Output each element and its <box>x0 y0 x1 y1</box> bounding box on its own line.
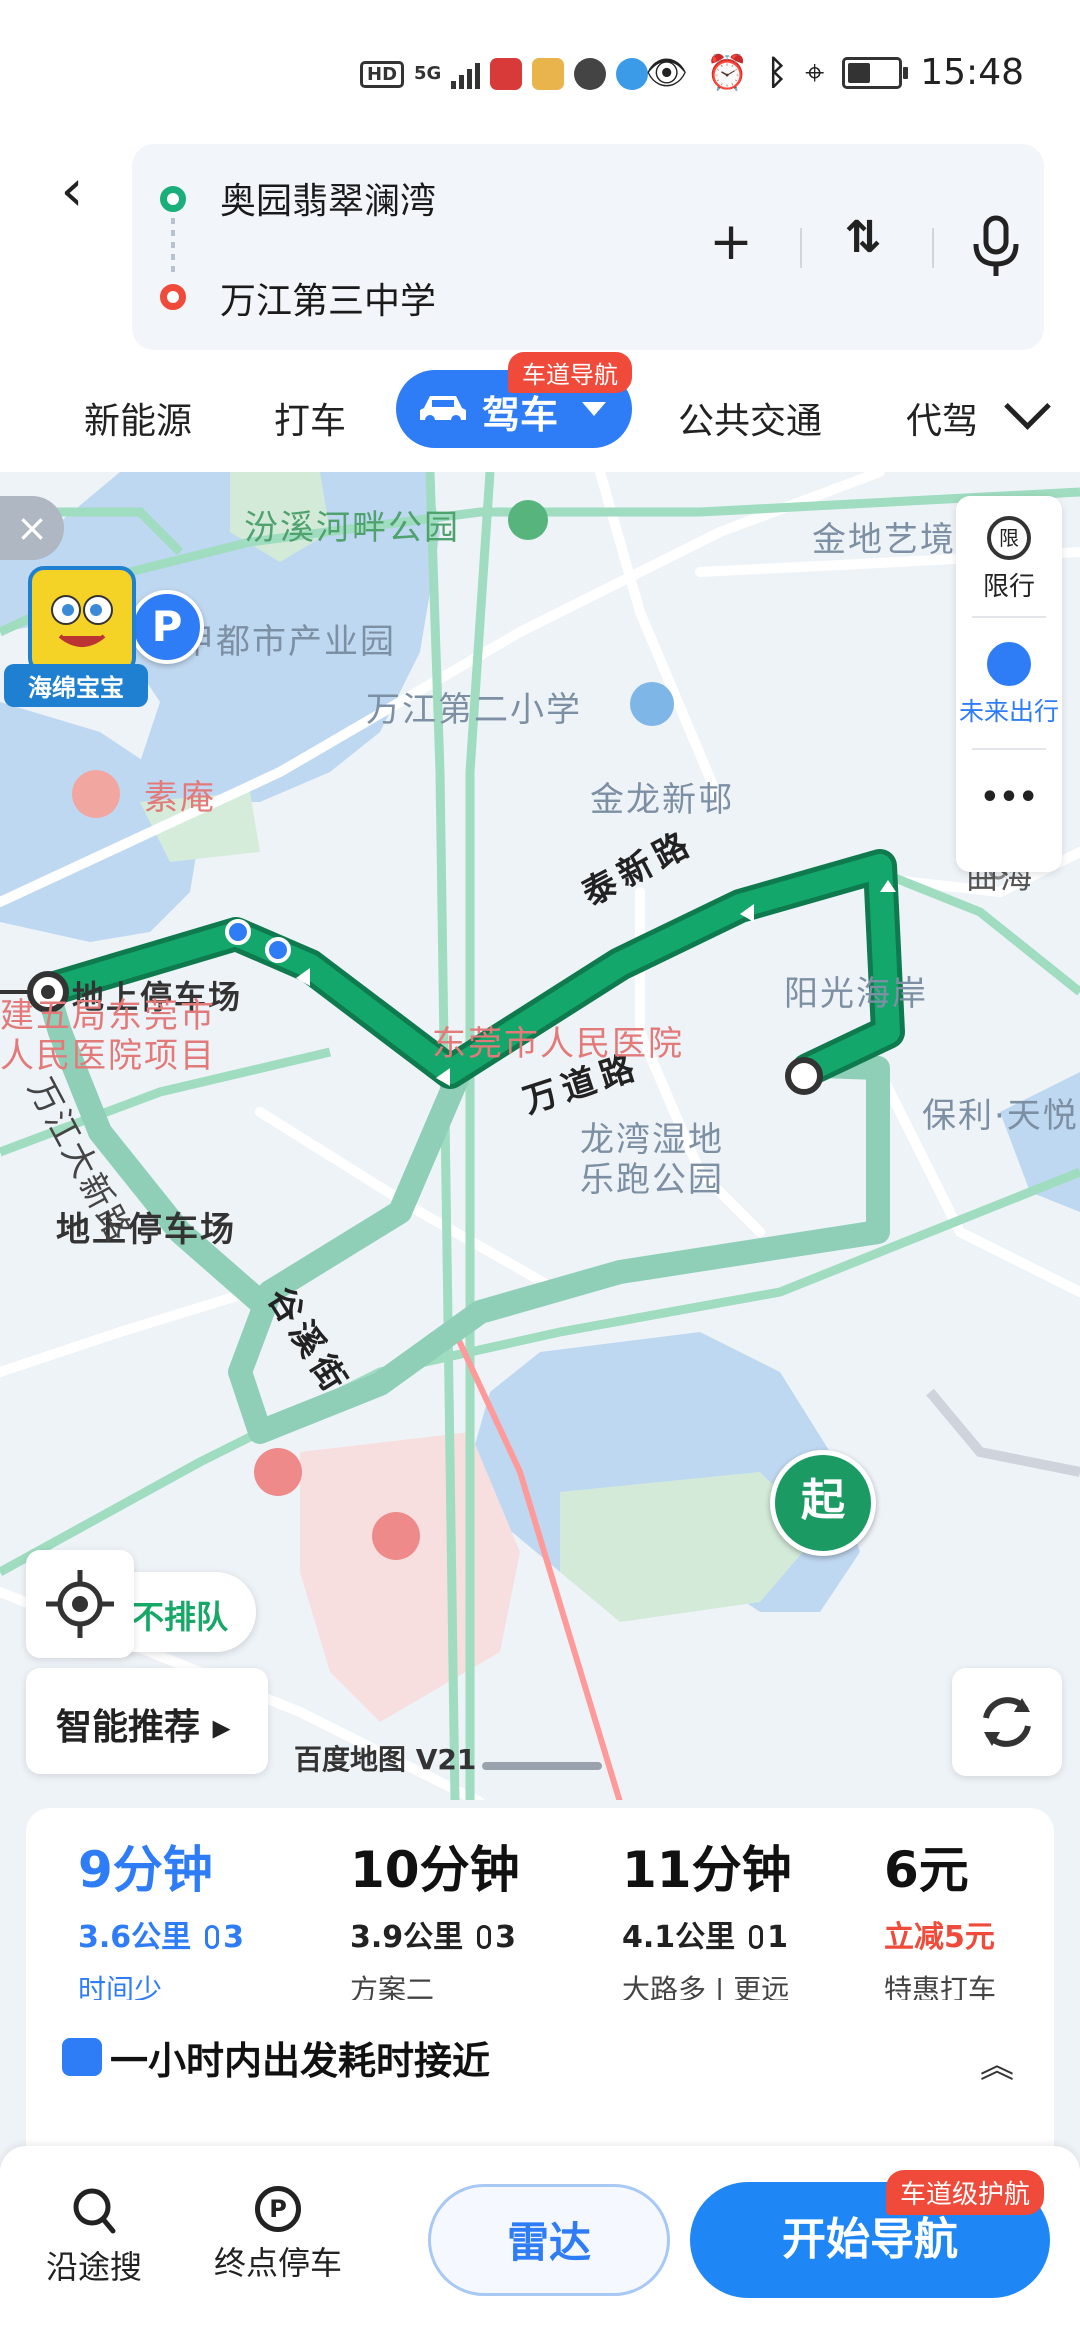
lane-guard-badge: 车道级护航 <box>886 2170 1045 2215</box>
taxi-discount: 立减5元 <box>884 1920 995 1955</box>
no-queue-label: 不排队 <box>132 1598 229 1636</box>
route-option-1[interactable]: 9分钟 3.6公里 3 时间少 <box>78 1830 244 2008</box>
restriction-button[interactable]: 限 限行 <box>956 516 1062 603</box>
locate-icon <box>46 1570 114 1638</box>
along-search-button[interactable]: 沿途搜 <box>34 2186 154 2288</box>
route-distance: 3.9公里 3 <box>350 1920 517 1955</box>
radar-button[interactable]: 雷达 <box>428 2184 670 2296</box>
locate-button[interactable] <box>26 1550 134 1658</box>
timer-icon <box>987 642 1031 686</box>
route-connector <box>171 218 175 278</box>
map-label-school2: 万江第二小学 <box>366 690 582 730</box>
tab-public-transit[interactable]: 公共交通 <box>678 392 822 444</box>
end-parking-button[interactable]: P 终点停车 <box>208 2186 348 2284</box>
clock-icon <box>62 2038 102 2076</box>
status-left: HD 5G <box>360 58 649 90</box>
parking-icon: P <box>255 2186 301 2232</box>
taxi-price: 6元 <box>884 1841 969 1899</box>
delivery-app-icon <box>532 58 565 90</box>
signal-icon <box>451 59 481 89</box>
map-side-panel: 限 限行 未来出行 ••• <box>956 496 1062 872</box>
map-label-hospital: 东莞市人民医院 <box>432 1024 684 1064</box>
traffic-light-icon <box>749 1925 764 1949</box>
spongebob-face-icon <box>51 595 113 647</box>
message-icon <box>574 58 607 90</box>
route-distance: 3.6公里 3 <box>78 1920 245 1955</box>
clock: 15:48 <box>920 52 1024 93</box>
divider <box>800 228 802 268</box>
dropdown-triangle-icon <box>582 402 606 416</box>
map-label-jinlong: 金龙新邨 <box>590 780 734 820</box>
eye-icon: 👁 <box>645 52 689 93</box>
location-icon: ⌖ <box>805 52 825 93</box>
smart-recommend-label: 智能推荐 ▸ <box>56 1707 231 1748</box>
tab-new-energy[interactable]: 新能源 <box>84 392 192 444</box>
origin-dot-icon <box>160 186 186 212</box>
map-logo: 百度地图 V21 <box>294 1743 477 1776</box>
future-travel-button[interactable]: 未来出行 <box>956 642 1062 728</box>
spongebob-promo[interactable]: 海绵宝宝 <box>4 560 148 707</box>
expand-chevron-icon[interactable]: ︽ <box>980 2038 1014 2087</box>
map-label-longwan-line2: 乐跑公园 <box>580 1160 724 1200</box>
along-search-label: 沿途搜 <box>45 2248 142 2286</box>
origin-field[interactable]: 奥园翡翠澜湾 <box>220 172 436 224</box>
traffic-light-icon <box>477 1925 492 1949</box>
divider <box>972 748 1046 750</box>
search-icon <box>73 2188 116 2234</box>
promo-label: 海绵宝宝 <box>4 664 148 707</box>
swap-route-button[interactable]: ⇅ <box>828 212 898 263</box>
mic-app-icon <box>490 58 523 90</box>
restriction-icon: 限 <box>987 516 1031 560</box>
map-label-yangguang: 阳光海岸 <box>784 974 928 1014</box>
route-option-2[interactable]: 10分钟 3.9公里 3 方案二 <box>350 1830 520 2008</box>
restriction-label: 限行 <box>982 572 1035 602</box>
smart-recommend-button[interactable]: 智能推荐 ▸ <box>26 1668 268 1774</box>
future-travel-label: 未来出行 <box>958 697 1059 726</box>
map-label-park: 汾溪河畔公园 <box>244 508 460 548</box>
destination-field[interactable]: 万江第三中学 <box>220 272 436 324</box>
drag-handle[interactable] <box>482 1762 602 1770</box>
divider <box>972 616 1046 618</box>
traffic-light-icon <box>205 1925 220 1949</box>
route-time: 10分钟 <box>350 1841 520 1899</box>
start-pin[interactable]: 起 <box>770 1450 876 1556</box>
route-time: 9分钟 <box>78 1841 213 1899</box>
refresh-route-button[interactable] <box>952 1668 1062 1776</box>
tab-taxi[interactable]: 打车 <box>274 392 346 444</box>
battery-icon <box>842 56 909 89</box>
voice-input-button[interactable] <box>966 212 1026 282</box>
status-right: 👁 ⏰ ᛒ ⌖ 15:48 <box>645 52 1024 93</box>
divider <box>932 228 934 268</box>
map-label-poly: 保利·天悦 <box>922 1096 1079 1136</box>
route-option-3[interactable]: 11分钟 4.1公里 1 大路多 | 更远 <box>622 1830 792 2008</box>
alarm-icon: ⏰ <box>706 52 749 93</box>
departure-hint[interactable]: 一小时内出发耗时接近 ︽ <box>26 2000 1054 2110</box>
route-distance: 4.1公里 1 <box>622 1920 789 1955</box>
hd-badge: HD <box>360 60 405 88</box>
spongebob-image <box>28 566 136 674</box>
mic-icon <box>973 215 1019 276</box>
departure-hint-text: 一小时内出发耗时接近 <box>110 2039 491 2083</box>
refresh-icon <box>983 1697 1031 1747</box>
close-promo-button[interactable]: × <box>0 496 64 560</box>
route-option-taxi[interactable]: 6元 立减5元 特惠打车 <box>884 1830 996 2008</box>
back-button[interactable]: ‹ <box>42 160 102 220</box>
bluetooth-icon: ᛒ <box>766 52 788 93</box>
route-time: 11分钟 <box>622 1841 792 1899</box>
tab-designated-driver[interactable]: 代驾 <box>906 392 976 444</box>
map-label-suan: 素庵 <box>144 778 216 818</box>
destination-dot-icon <box>160 284 186 310</box>
add-waypoint-button[interactable]: + <box>696 212 766 272</box>
cloud-icon <box>616 58 649 90</box>
map-label-project-line2: 人民医院项目 <box>0 1036 216 1076</box>
car-icon <box>420 396 466 425</box>
network-type: 5G <box>414 63 442 84</box>
lane-nav-badge: 车道导航 <box>508 352 632 393</box>
more-options-button[interactable]: ••• <box>956 780 1062 815</box>
end-parking-label: 终点停车 <box>213 2244 342 2282</box>
